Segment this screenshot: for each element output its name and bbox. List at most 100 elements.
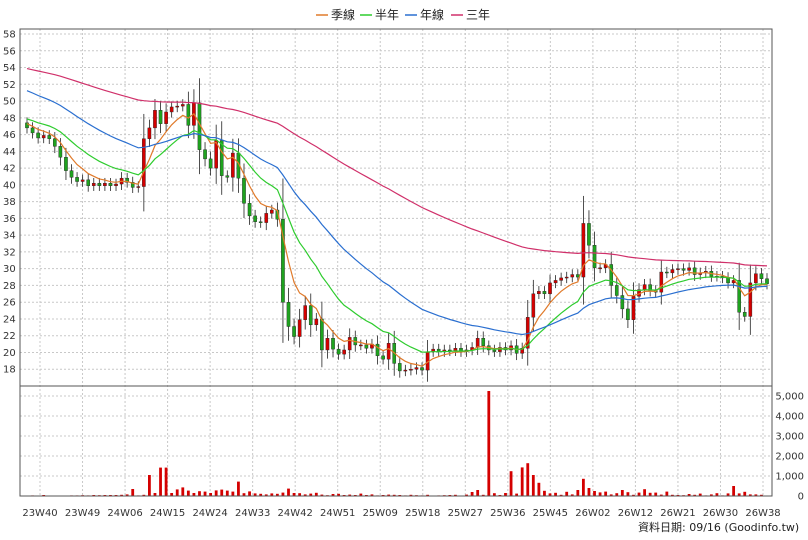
candle-body: [626, 308, 630, 320]
candle-body: [481, 338, 486, 346]
volume-bar: [665, 491, 669, 496]
candle-body: [86, 179, 91, 186]
candle-body: [726, 277, 730, 284]
candle-body: [659, 271, 664, 293]
candle-body: [97, 182, 102, 186]
volume-tick-label: 3,000: [775, 432, 804, 443]
candle-body: [576, 274, 580, 278]
candle-body: [175, 105, 180, 108]
candle-body: [670, 269, 675, 274]
candle-body: [553, 280, 558, 284]
candle-body: [381, 355, 385, 360]
candle-body: [75, 177, 79, 182]
x-tick-label: 26W30: [703, 508, 738, 519]
price-tick-label: 44: [3, 147, 16, 158]
x-tick-label: 25W09: [363, 508, 398, 519]
candle-body: [91, 182, 96, 186]
candle-body: [642, 284, 647, 290]
x-tick-label: 25W18: [405, 508, 440, 519]
source-label: 資料日期: 09/16 (Goodinfo.tw): [638, 520, 799, 534]
volume-bar: [131, 489, 135, 496]
volume-bar: [581, 478, 585, 496]
price-tick-label: 58: [3, 30, 16, 41]
candle-body: [103, 182, 107, 186]
candle-body: [64, 157, 68, 171]
price-tick-label: 18: [3, 365, 16, 376]
x-axis: 23W40 23W49 24W06 24W15 24W24 24W33 24W42 24W51…: [22, 508, 780, 519]
candle-body: [36, 132, 40, 139]
volume-bar: [203, 491, 207, 496]
x-tick-label: 26W38: [745, 508, 780, 519]
price-tick-label: 30: [3, 264, 16, 275]
candle-body: [492, 349, 497, 352]
candle-body: [320, 318, 324, 351]
legend-label: 半年: [375, 8, 399, 22]
candle-body: [409, 369, 413, 371]
volume-bar: [175, 489, 179, 496]
volume-bar: [198, 491, 201, 496]
volume-tick-label: 0: [798, 492, 804, 503]
volume-bar: [593, 491, 596, 496]
candle-body: [164, 111, 168, 124]
x-tick-label: 23W40: [22, 508, 57, 519]
volume-bar: [643, 489, 646, 496]
price-tick-label: 34: [3, 231, 16, 242]
candle-body: [542, 291, 547, 295]
volume-bar: [743, 491, 747, 496]
candle-body: [158, 110, 163, 124]
candle-body: [364, 344, 369, 349]
volume-bar: [287, 488, 290, 496]
candle-body: [620, 295, 625, 310]
price-tick-label: 56: [3, 46, 16, 57]
candle-body: [537, 291, 541, 295]
price-tick-label: 48: [3, 113, 16, 124]
candle-body: [225, 175, 230, 178]
candle-body: [30, 127, 35, 134]
volume-bar: [476, 490, 480, 496]
candle-body: [47, 135, 52, 139]
volume-bar: [654, 492, 658, 496]
volume-bar: [487, 391, 491, 496]
volume-bar: [225, 490, 229, 496]
candle-body: [114, 183, 118, 186]
volume-bar: [526, 463, 530, 496]
candle-body: [292, 326, 296, 337]
candle-body: [342, 349, 346, 355]
candle-body: [169, 106, 174, 113]
volume-bar: [531, 475, 535, 496]
legend-label: 年線: [420, 7, 444, 22]
volume-bar: [543, 490, 546, 496]
candle-body: [186, 104, 191, 126]
volume-tick-label: 4,000: [775, 412, 804, 423]
candle-body: [308, 305, 313, 326]
candle-body: [375, 343, 380, 357]
volume-bar: [587, 488, 591, 496]
candle-body: [264, 213, 269, 223]
volume-bar: [598, 492, 602, 496]
volume-bar: [181, 487, 185, 496]
candle-body: [759, 273, 764, 279]
candle-body: [559, 277, 563, 281]
volume-bar: [620, 490, 624, 496]
volume-bar: [220, 489, 224, 496]
volume-bar: [231, 491, 235, 496]
candle-body: [325, 338, 330, 351]
price-axis: 18 20 22 24 26 28 30 32 34 36 38 40 42 44 46 48 50 52 54 56…: [3, 30, 16, 376]
candle-body: [258, 221, 263, 223]
price-tick-label: 36: [3, 214, 16, 225]
legend-label: 三年: [466, 8, 490, 22]
volume-bar: [148, 475, 151, 496]
x-tick-label: 24W51: [320, 508, 355, 519]
candle-body: [136, 186, 141, 188]
price-tick-label: 52: [3, 80, 16, 91]
moving-average-lines: [26, 68, 768, 367]
volume-bar: [537, 482, 541, 496]
price-tick-label: 20: [3, 348, 16, 359]
candle-body: [359, 344, 363, 347]
candle-body: [231, 152, 235, 178]
x-tick-label: 26W21: [660, 508, 695, 519]
candle-body: [347, 337, 352, 351]
volume-tick-label: 2,000: [775, 452, 804, 463]
x-tick-label: 25W45: [533, 508, 568, 519]
price-tick-label: 32: [3, 247, 16, 258]
